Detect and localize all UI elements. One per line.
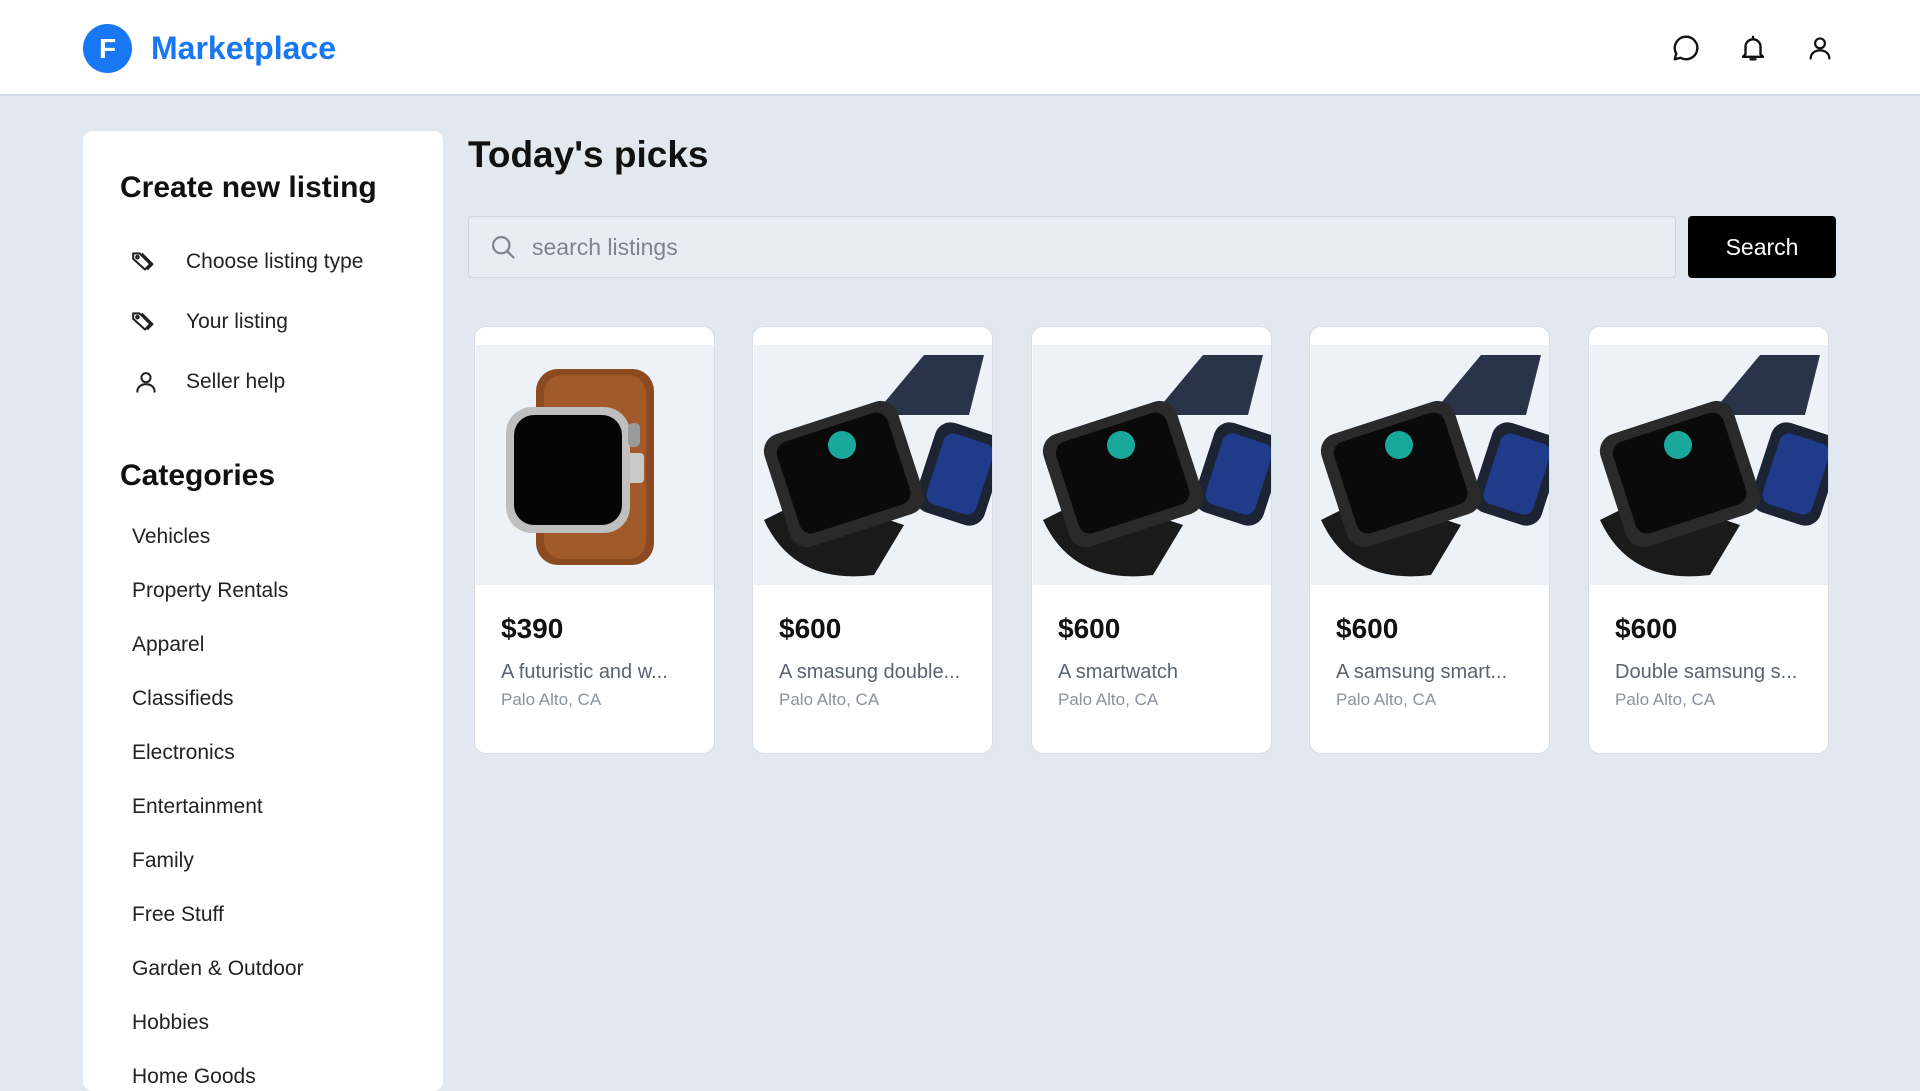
top-navigation-bar: F Marketplace <box>0 0 1920 96</box>
dual-black-smartwatch-image <box>1311 345 1549 585</box>
sidebar-item-choose-listing-type[interactable]: Choose listing type <box>131 242 363 282</box>
tag-icon <box>131 247 161 277</box>
sidebar-item-label: Choose listing type <box>186 250 364 273</box>
search-bar <box>468 216 1676 278</box>
listing-title: A smasung double... <box>779 661 961 683</box>
category-garden-outdoor[interactable]: Garden & Outdoor <box>132 957 304 981</box>
listing-title: A smartwatch <box>1058 661 1179 683</box>
category-free-stuff[interactable]: Free Stuff <box>132 903 224 927</box>
dual-black-smartwatch-image <box>1590 345 1828 585</box>
listing-card[interactable]: $600 A smasung double... Palo Alto, CA <box>752 326 993 754</box>
listing-location: Palo Alto, CA <box>1058 690 1159 709</box>
sidebar-item-label: Your listing <box>186 310 288 333</box>
category-apparel[interactable]: Apparel <box>132 633 204 657</box>
brown-leather-smartwatch-image <box>476 345 714 585</box>
listing-card[interactable]: $390 A futuristic and w... Palo Alto, CA <box>474 326 715 754</box>
sidebar-item-seller-help[interactable]: Seller help <box>131 362 285 402</box>
sidebar: Create new listing Choose listing type Y… <box>83 131 443 1091</box>
listing-price: $600 <box>1058 613 1121 644</box>
dual-black-smartwatch-image <box>754 345 992 585</box>
listing-card[interactable]: $600 A samsung smart... Palo Alto, CA <box>1309 326 1550 754</box>
logo-icon: F <box>83 24 132 73</box>
search-icon <box>489 232 519 262</box>
search-button[interactable]: Search <box>1688 216 1836 278</box>
category-electronics[interactable]: Electronics <box>132 741 235 765</box>
categories-title: Categories <box>120 459 276 492</box>
header-actions <box>1669 29 1836 66</box>
dual-black-smartwatch-image <box>1033 345 1271 585</box>
listing-location: Palo Alto, CA <box>1336 690 1437 709</box>
bell-icon[interactable] <box>1736 29 1769 66</box>
category-vehicles[interactable]: Vehicles <box>132 525 210 549</box>
category-property-rentals[interactable]: Property Rentals <box>132 579 288 603</box>
user-icon[interactable] <box>1803 29 1836 66</box>
listing-price: $600 <box>779 613 842 644</box>
brand-name: Marketplace <box>151 30 336 66</box>
search-input[interactable] <box>532 217 1675 277</box>
category-home-goods[interactable]: Home Goods <box>132 1065 256 1089</box>
listing-location: Palo Alto, CA <box>779 690 880 709</box>
listing-card[interactable]: $600 A smartwatch Palo Alto, CA <box>1031 326 1272 754</box>
messenger-icon[interactable] <box>1669 29 1702 66</box>
page-title: Today's picks <box>468 134 709 175</box>
category-family[interactable]: Family <box>132 849 194 873</box>
listing-title: Double samsung s... <box>1615 661 1798 683</box>
listing-price: $390 <box>501 613 564 644</box>
listing-card[interactable]: $600 Double samsung s... Palo Alto, CA <box>1588 326 1829 754</box>
listing-price: $600 <box>1615 613 1678 644</box>
tag-icon <box>131 307 161 337</box>
category-entertainment[interactable]: Entertainment <box>132 795 263 819</box>
listing-location: Palo Alto, CA <box>501 690 602 709</box>
create-listing-title: Create new listing <box>120 171 377 204</box>
sidebar-item-label: Seller help <box>186 370 286 393</box>
listing-title: A futuristic and w... <box>501 661 668 683</box>
category-hobbies[interactable]: Hobbies <box>132 1011 209 1035</box>
brand[interactable]: F Marketplace <box>83 24 336 73</box>
sidebar-item-your-listing[interactable]: Your listing <box>131 302 288 342</box>
listing-location: Palo Alto, CA <box>1615 690 1716 709</box>
user-icon <box>131 367 161 397</box>
category-classifieds[interactable]: Classifieds <box>132 687 234 711</box>
listing-price: $600 <box>1336 613 1399 644</box>
listing-title: A samsung smart... <box>1336 661 1508 683</box>
